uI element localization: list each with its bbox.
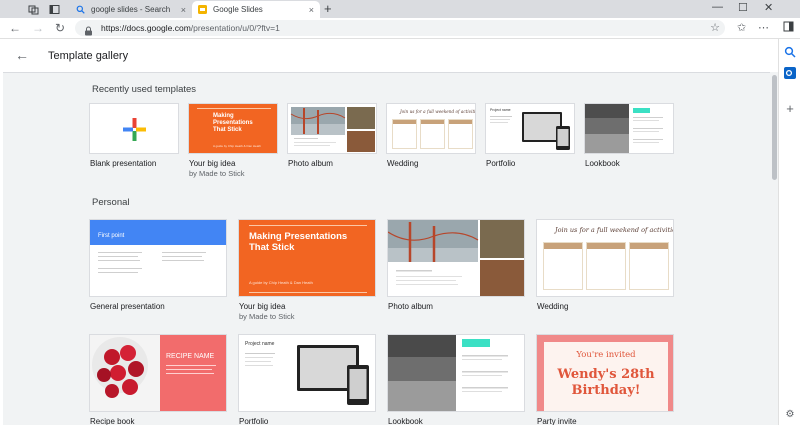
thumb-title: Making Presentations That Stick: [249, 231, 348, 253]
template-name: Portfolio: [239, 417, 269, 425]
google-plus-icon: [123, 118, 146, 141]
page-header: ← Template gallery: [0, 39, 778, 72]
template-thumbnail[interactable]: [89, 103, 179, 154]
decor-bar: [537, 335, 544, 411]
scrollbar-thumb[interactable]: [772, 75, 777, 180]
template-thumbnail[interactable]: First point: [89, 219, 227, 297]
template-thumbnail[interactable]: RECIPE NAME: [89, 334, 227, 412]
url-text: https://docs.google.com/presentation/u/0…: [101, 23, 280, 33]
thumb-invite-title: Wendy's 28th Birthday!: [557, 367, 655, 398]
decor-bar: [537, 335, 673, 342]
tab-title: Google Slides: [213, 5, 263, 14]
tab-actions-icon[interactable]: [48, 3, 60, 15]
page: ← Template gallery Recently used templat…: [0, 39, 778, 425]
refresh-icon[interactable]: ↻: [55, 21, 65, 35]
search-icon[interactable]: [784, 46, 796, 58]
template-thumbnail[interactable]: [387, 219, 525, 297]
favorites-icon[interactable]: ✩: [737, 21, 746, 34]
thumb-heading: Join us for a full weekend of activities…: [400, 109, 476, 114]
close-window-button[interactable]: ✕: [764, 1, 773, 14]
template-thumbnail[interactable]: [287, 103, 377, 154]
thumb-project-name: Project name: [490, 108, 511, 112]
add-icon[interactable]: +: [784, 101, 796, 116]
section-title-recent: Recently used templates: [92, 84, 197, 95]
scrollbar[interactable]: [770, 72, 778, 425]
tab-close-icon[interactable]: ×: [309, 5, 314, 15]
minimize-button[interactable]: —: [712, 1, 723, 13]
sidebar-toggle-icon[interactable]: [783, 21, 794, 35]
template-name: Photo album: [288, 159, 333, 168]
tab-close-icon[interactable]: ×: [181, 5, 186, 15]
template-author: by Made to Stick: [189, 169, 245, 178]
address-bar[interactable]: https://docs.google.com/presentation/u/0…: [75, 20, 725, 36]
template-name: Wedding: [387, 159, 419, 168]
site-info-icon[interactable]: [84, 23, 93, 36]
thumb-panel: RECIPE NAME: [160, 335, 226, 411]
thumb-column: [586, 242, 626, 290]
template-thumbnail[interactable]: Join us for a full weekend of activities…: [536, 219, 674, 297]
template-name: Wedding: [537, 302, 569, 311]
template-name: Lookbook: [585, 159, 620, 168]
lookbook-image: [388, 335, 508, 411]
thumb-project-name: Project name: [245, 341, 275, 347]
tab-google-slides[interactable]: Google Slides ×: [192, 1, 320, 18]
bookmark-star-icon[interactable]: ☆: [710, 21, 720, 34]
template-thumbnail[interactable]: Join us for a full weekend of activities…: [386, 103, 476, 154]
template-thumbnail[interactable]: You're invited Wendy's 28th Birthday!: [536, 334, 674, 412]
tab-google-search[interactable]: google slides - Search ×: [70, 1, 192, 18]
thumb-title: Making Presentations That Stick: [213, 113, 253, 133]
template-name: Lookbook: [388, 417, 423, 425]
template-name: Recipe book: [90, 417, 135, 425]
photo-collage-image: [290, 107, 375, 152]
thumb-column: [448, 119, 473, 149]
template-name: General presentation: [90, 302, 165, 311]
forward-icon[interactable]: →: [32, 21, 44, 35]
template-thumbnail[interactable]: Project name: [485, 103, 575, 154]
tab-strip: google slides - Search × Google Slides ×…: [0, 0, 800, 18]
decor-line: [249, 292, 367, 293]
thumb-column: [420, 119, 445, 149]
maximize-button[interactable]: ☐: [738, 1, 748, 14]
toolbar: ← → ↻ https://docs.google.com/presentati…: [0, 18, 800, 39]
page-title: Template gallery: [48, 50, 129, 62]
outlook-icon[interactable]: [784, 67, 796, 79]
template-thumbnail[interactable]: Making Presentations That Stick A guide …: [188, 103, 278, 154]
section-title-personal: Personal: [92, 197, 130, 208]
photo-collage-image: [388, 220, 524, 296]
thumb-column: [543, 242, 583, 290]
template-thumbnail[interactable]: Making Presentations That Stick A guide …: [238, 219, 376, 297]
template-name: Blank presentation: [90, 159, 157, 168]
template-name: Photo album: [388, 302, 433, 311]
thumb-subtitle: A guide by Chip Heath & Dan Heath: [213, 144, 261, 148]
decor-line: [249, 225, 367, 226]
template-name: Your big idea: [189, 159, 236, 168]
settings-gear-icon[interactable]: ⚙: [784, 408, 796, 420]
tab-title: google slides - Search: [91, 5, 171, 14]
template-thumbnail[interactable]: [584, 103, 674, 154]
template-author: by Made to Stick: [239, 312, 295, 321]
back-arrow-icon[interactable]: ←: [15, 47, 29, 63]
template-thumbnail[interactable]: Project name: [238, 334, 376, 412]
workspaces-icon[interactable]: [27, 3, 39, 15]
thumb-subtitle: A guide by Chip Heath & Dan Heath: [249, 280, 313, 285]
thumb-heading: Join us for a full weekend of activities…: [555, 226, 674, 234]
thumb-header: First point: [90, 220, 226, 245]
template-name: Your big idea: [239, 302, 286, 311]
template-name: Portfolio: [486, 159, 516, 168]
lookbook-image: [585, 104, 663, 153]
more-menu-icon[interactable]: ⋯: [758, 21, 769, 34]
back-icon[interactable]: ←: [9, 21, 21, 35]
template-gallery: Recently used templates Blank presentati…: [3, 72, 770, 425]
new-tab-button[interactable]: +: [324, 1, 332, 16]
browser-sidebar: + ⚙: [778, 39, 800, 425]
slides-favicon-icon: [198, 5, 207, 14]
search-favicon-icon: [76, 5, 85, 14]
template-thumbnail[interactable]: [387, 334, 525, 412]
decor-bar: [668, 335, 673, 411]
thumb-column: [392, 119, 417, 149]
template-name: Party invite: [537, 417, 577, 425]
decor-line: [197, 108, 271, 109]
thumb-column: [629, 242, 669, 290]
thumb-invite-top: You're invited: [576, 350, 636, 360]
